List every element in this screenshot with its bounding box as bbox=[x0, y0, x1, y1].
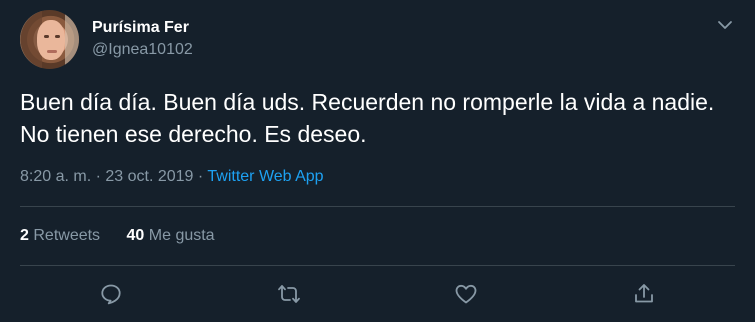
share-icon[interactable] bbox=[631, 281, 657, 307]
likes-stat[interactable]: 40 Me gusta bbox=[127, 227, 215, 244]
tweet-source-link[interactable]: Twitter Web App bbox=[207, 168, 323, 185]
divider bbox=[20, 265, 735, 266]
retweets-label: Retweets bbox=[33, 227, 101, 244]
likes-label: Me gusta bbox=[148, 227, 215, 244]
tweet-stats: 2 Retweets 40 Me gusta bbox=[20, 227, 215, 245]
chevron-down-icon[interactable] bbox=[716, 18, 734, 32]
user-display-name[interactable]: Purísima Fer bbox=[92, 19, 189, 37]
tweet-text: Buen día día. Buen día uds. Recuerden no… bbox=[20, 89, 715, 147]
retweet-icon[interactable] bbox=[276, 281, 302, 307]
reply-icon[interactable] bbox=[98, 281, 124, 307]
tweet-meta: 8:20 a. m. · 23 oct. 2019 · Twitter Web … bbox=[20, 168, 324, 186]
like-icon[interactable] bbox=[453, 281, 479, 307]
divider bbox=[20, 206, 735, 207]
user-handle[interactable]: @Ignea10102 bbox=[92, 41, 193, 59]
tweet-card: Purísima Fer @Ignea10102 Buen día día. B… bbox=[0, 0, 755, 322]
tweet-timestamp[interactable]: 8:20 a. m. · 23 oct. 2019 · bbox=[20, 168, 207, 185]
retweets-count: 2 bbox=[20, 227, 29, 244]
avatar[interactable] bbox=[20, 10, 79, 69]
likes-count: 40 bbox=[126, 227, 145, 244]
retweets-stat[interactable]: 2 Retweets bbox=[20, 227, 100, 244]
